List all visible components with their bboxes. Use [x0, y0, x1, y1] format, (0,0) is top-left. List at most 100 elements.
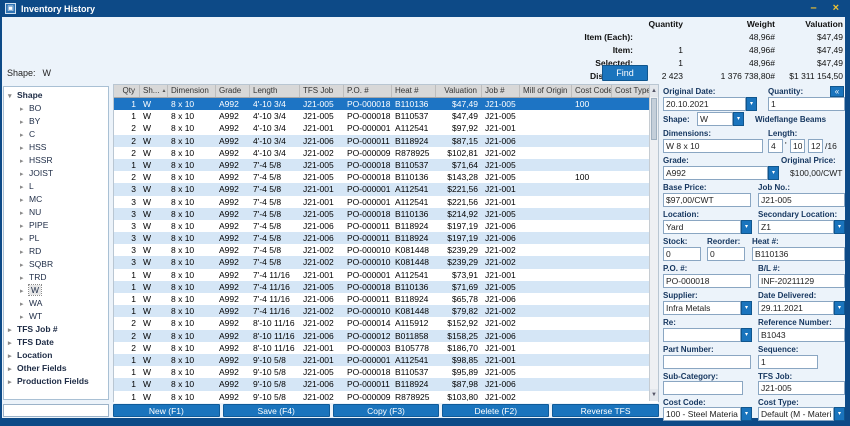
tree-item-c[interactable]: ▸C — [4, 128, 108, 141]
table-row[interactable]: 1W8 x 10A9929'-10 5/8J21-005PO-000018B11… — [114, 366, 658, 378]
column-header-valuation[interactable]: Valuation — [436, 85, 482, 97]
location-field[interactable] — [663, 220, 741, 234]
column-header-tfs-job[interactable]: TFS Job — [300, 85, 344, 97]
cost-code-dropdown-icon[interactable]: ▾ — [741, 407, 752, 421]
location-dropdown-icon[interactable]: ▾ — [741, 220, 752, 234]
tree-item-rd[interactable]: ▸RD — [4, 245, 108, 258]
quantity-field[interactable] — [768, 97, 845, 111]
length-feet-field[interactable] — [768, 139, 783, 153]
column-header-qty[interactable]: Qty — [114, 85, 140, 97]
sub-category-field[interactable] — [663, 381, 743, 395]
table-row[interactable]: 1W8 x 10A9927'-4 11/16J21-001PO-000001A1… — [114, 269, 658, 281]
supplier-field[interactable] — [663, 301, 741, 315]
reorder-field[interactable] — [707, 247, 745, 261]
table-row[interactable]: 3W8 x 10A9927'-4 5/8J21-001PO-000001A112… — [114, 196, 658, 208]
column-header-cost-code[interactable]: Cost Code — [572, 85, 612, 97]
tree-item-other-fields[interactable]: ▸Other Fields — [4, 362, 108, 375]
close-icon[interactable]: × — [833, 1, 839, 16]
cost-code-field[interactable] — [663, 407, 741, 421]
date-delivered-field[interactable] — [758, 301, 834, 315]
table-row[interactable]: 1W8 x 10A9927'-4 11/16J21-005PO-000018B1… — [114, 281, 658, 293]
tree-item-hss[interactable]: ▸HSS — [4, 141, 108, 154]
tree-item-w[interactable]: ▸W — [4, 284, 108, 297]
collapse-panel-button[interactable]: « — [830, 86, 844, 97]
table-row[interactable]: 2W8 x 10A9928'-10 11/16J21-006PO-000012B… — [114, 330, 658, 342]
table-row[interactable]: 2W8 x 10A9927'-4 5/8J21-005PO-000018B110… — [114, 171, 658, 183]
shape-dropdown-icon[interactable]: ▾ — [733, 112, 744, 126]
minimize-icon[interactable]: – — [810, 1, 816, 16]
tree-item-nu[interactable]: ▸NU — [4, 206, 108, 219]
date-delivered-dropdown-icon[interactable]: ▾ — [834, 301, 845, 315]
length-sixteenths-field[interactable] — [808, 139, 823, 153]
part-number-field[interactable] — [663, 355, 751, 369]
table-row[interactable]: 2W8 x 10A9924'-10 3/4J21-006PO-000011B11… — [114, 135, 658, 147]
column-header-sh[interactable]: Sh...▲ — [140, 85, 168, 97]
tree-item-wa[interactable]: ▸WA — [4, 297, 108, 310]
tree-item-sqbr[interactable]: ▸SQBR — [4, 258, 108, 271]
tree-item-wt[interactable]: ▸WT — [4, 310, 108, 323]
table-row[interactable]: 3W8 x 10A9927'-4 5/8J21-001PO-000001A112… — [114, 183, 658, 195]
scroll-down-icon[interactable]: ▼ — [650, 389, 658, 401]
table-row[interactable]: 3W8 x 10A9927'-4 5/8J21-006PO-000011B118… — [114, 220, 658, 232]
column-header-mill-of-origin[interactable]: Mill of Origin — [520, 85, 572, 97]
po-field[interactable] — [663, 274, 751, 288]
column-header-heat[interactable]: Heat # — [392, 85, 436, 97]
tree-item-bo[interactable]: ▸BO — [4, 102, 108, 115]
table-row[interactable]: 2W8 x 10A9924'-10 3/4J21-002PO-000009R87… — [114, 147, 658, 159]
footer-blank-field[interactable] — [3, 404, 109, 417]
tfs-job-field[interactable] — [758, 381, 845, 395]
length-inches-field[interactable] — [790, 139, 805, 153]
table-row[interactable]: 1W8 x 10A9929'-10 5/8J21-006PO-000011B11… — [114, 378, 658, 390]
tree-item-tfs-date[interactable]: ▸TFS Date — [4, 336, 108, 349]
column-header-length[interactable]: Length — [250, 85, 300, 97]
original-date-field[interactable] — [663, 97, 746, 111]
tree-item-l[interactable]: ▸L — [4, 180, 108, 193]
table-row[interactable]: 3W8 x 10A9927'-4 5/8J21-002PO-000010K081… — [114, 256, 658, 268]
tree-item-tfs-job[interactable]: ▸TFS Job # — [4, 323, 108, 336]
scrollbar-thumb[interactable] — [651, 98, 657, 140]
shape-field[interactable] — [697, 112, 733, 126]
heat-field[interactable] — [752, 247, 845, 261]
table-row[interactable]: 1W8 x 10A9929'-10 5/8J21-002PO-000009R87… — [114, 391, 658, 403]
tree-item-pl[interactable]: ▸PL — [4, 232, 108, 245]
cost-type-field[interactable] — [758, 407, 834, 421]
grid-scrollbar[interactable]: ▲ ▼ — [649, 85, 658, 401]
find-button[interactable]: Find — [602, 65, 648, 81]
reverse-tfs-button[interactable]: Reverse TFS — [552, 404, 659, 417]
table-row[interactable]: 3W8 x 10A9927'-4 5/8J21-002PO-000010K081… — [114, 244, 658, 256]
caret-right-icon[interactable]: ▸ — [8, 376, 17, 389]
secondary-location-field[interactable] — [758, 220, 834, 234]
stock-field[interactable] — [663, 247, 701, 261]
table-row[interactable]: 2W8 x 10A9928'-10 11/16J21-002PO-000014A… — [114, 317, 658, 329]
sequence-field[interactable] — [758, 355, 818, 369]
reference-number-field[interactable] — [758, 328, 845, 342]
column-header-cost-type[interactable]: Cost Type — [612, 85, 651, 97]
table-row[interactable]: 1W8 x 10A9927'-4 5/8J21-005PO-000018B110… — [114, 159, 658, 171]
table-row[interactable]: 1W8 x 10A9927'-4 11/16J21-006PO-000011B1… — [114, 293, 658, 305]
tree-item-joist[interactable]: ▸JOIST — [4, 167, 108, 180]
grade-dropdown-icon[interactable]: ▾ — [768, 166, 779, 180]
grade-field[interactable] — [663, 166, 768, 180]
job-no-field[interactable] — [758, 193, 845, 207]
table-row[interactable]: 2W8 x 10A9924'-10 3/4J21-001PO-000001A11… — [114, 122, 658, 134]
bl-field[interactable] — [758, 274, 845, 288]
base-price-field[interactable] — [663, 193, 751, 207]
tree-item-hssr[interactable]: ▸HSSR — [4, 154, 108, 167]
table-row[interactable]: 1W8 x 10A9929'-10 5/8J21-001PO-000001A11… — [114, 354, 658, 366]
table-row[interactable]: 3W8 x 10A9927'-4 5/8J21-006PO-000011B118… — [114, 232, 658, 244]
re-dropdown-icon[interactable]: ▾ — [741, 328, 752, 342]
table-row[interactable]: 1W8 x 10A9924'-10 3/4J21-005PO-000018B11… — [114, 110, 658, 122]
column-header-dimension[interactable]: Dimension — [168, 85, 216, 97]
tree-item-pipe[interactable]: ▸PIPE — [4, 219, 108, 232]
column-header-p-o[interactable]: P.O. # — [344, 85, 392, 97]
tree-item-mc[interactable]: ▸MC — [4, 193, 108, 206]
tree-item-trd[interactable]: ▸TRD — [4, 271, 108, 284]
tree-item-by[interactable]: ▸BY — [4, 115, 108, 128]
re-field[interactable] — [663, 328, 741, 342]
column-header-grade[interactable]: Grade — [216, 85, 250, 97]
scroll-up-icon[interactable]: ▲ — [650, 85, 658, 97]
table-row[interactable]: 1W8 x 10A9924'-10 3/4J21-005PO-000018B11… — [114, 98, 658, 110]
original-date-dropdown-icon[interactable]: ▾ — [746, 97, 757, 111]
delete-f2-button[interactable]: Delete (F2) — [442, 404, 549, 417]
supplier-dropdown-icon[interactable]: ▾ — [741, 301, 752, 315]
